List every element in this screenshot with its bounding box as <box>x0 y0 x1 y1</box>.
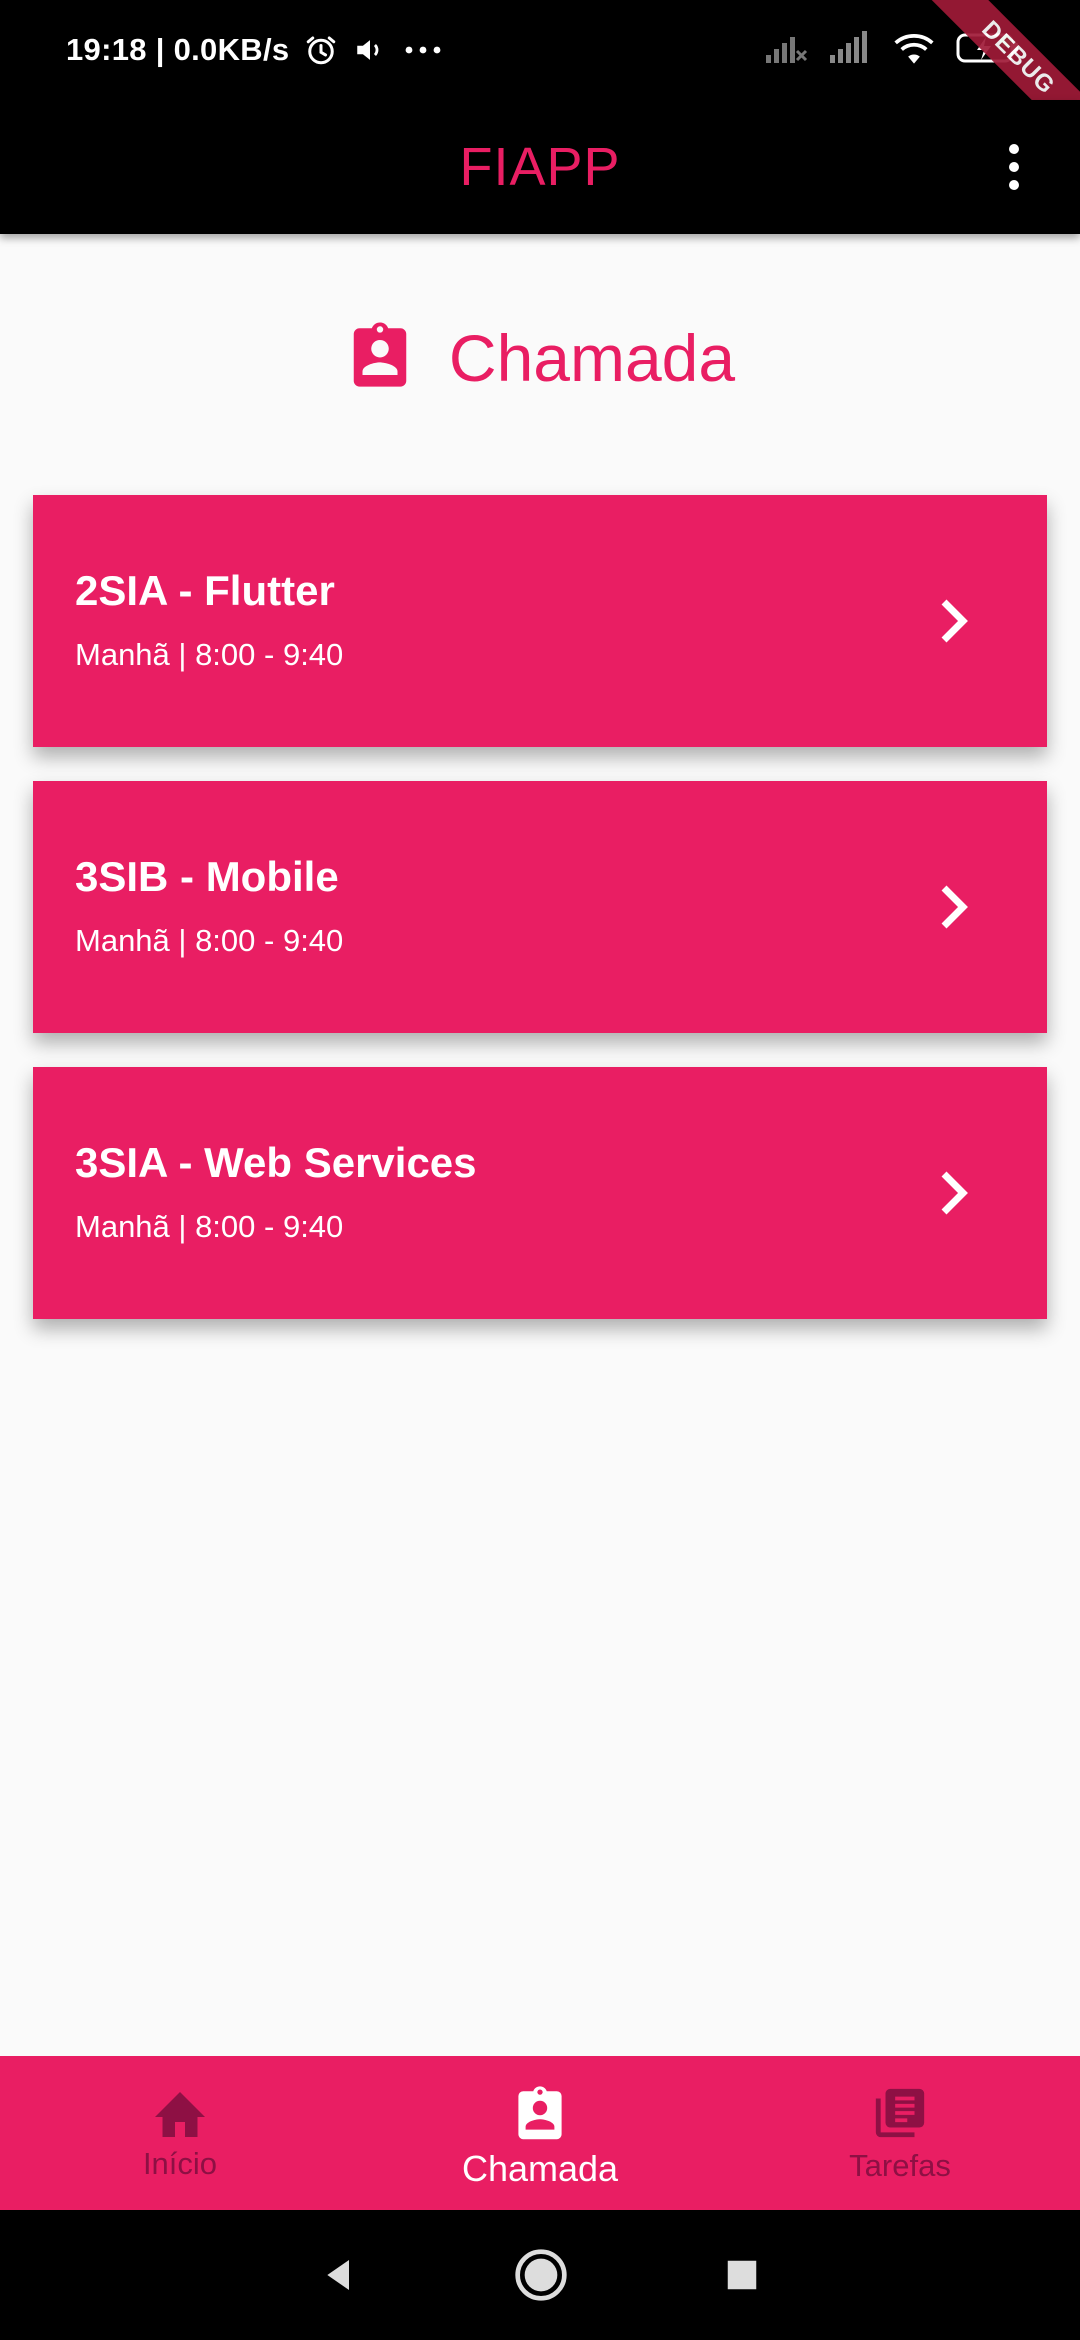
recents-icon[interactable] <box>723 2256 761 2294</box>
nav-item-chamada[interactable]: Chamada <box>360 2056 720 2210</box>
home-circle-icon[interactable] <box>513 2247 569 2303</box>
assignment-ind-icon <box>518 2086 562 2140</box>
chevron-right-icon <box>941 885 968 929</box>
class-title: 3SIB - Mobile <box>75 853 339 900</box>
status-bar: 19:18 | 0.0KB/s DEBUG <box>0 0 1080 157</box>
signal-icon <box>828 30 872 70</box>
page-title: Chamada <box>448 321 736 395</box>
nav-label: Início <box>142 2146 218 2181</box>
status-time: 19:18 | 0.0KB/s <box>66 32 290 67</box>
class-title: 2SIA - Flutter <box>75 567 335 614</box>
class-card[interactable]: 3SIA - Web Services Manhã | 8:00 - 9:40 <box>33 1067 1047 1319</box>
bottom-navigation: Início Chamada Tarefas <box>0 2056 1080 2210</box>
home-icon <box>155 2092 205 2137</box>
status-left: 19:18 | 0.0KB/s <box>66 26 445 74</box>
system-navigation-bar <box>0 2210 1080 2340</box>
signal-no-sim-icon <box>764 31 808 70</box>
alarm-icon <box>303 32 339 68</box>
app-bar: FIAPP <box>0 100 1080 234</box>
library-books-icon <box>875 2088 925 2138</box>
class-title: 3SIA - Web Services <box>75 1139 477 1186</box>
chevron-right-icon <box>941 599 968 643</box>
wifi-icon <box>892 31 936 70</box>
nav-label: Tarefas <box>849 2148 951 2183</box>
class-card[interactable]: 3SIB - Mobile Manhã | 8:00 - 9:40 <box>33 781 1047 1033</box>
page-header: Chamada <box>0 312 1080 404</box>
more-dots-icon <box>401 40 445 60</box>
volume-icon <box>353 33 387 67</box>
class-schedule: Manhã | 8:00 - 9:40 <box>75 637 344 672</box>
nav-item-tarefas[interactable]: Tarefas <box>720 2056 1080 2210</box>
overflow-menu-button[interactable] <box>978 131 1050 203</box>
nav-label: Chamada <box>461 2148 619 2189</box>
class-card[interactable]: 2SIA - Flutter Manhã | 8:00 - 9:40 <box>33 495 1047 747</box>
more-vert-icon <box>1009 144 1019 190</box>
class-schedule: Manhã | 8:00 - 9:40 <box>75 923 344 958</box>
assignment-ind-icon <box>345 319 415 398</box>
back-icon[interactable] <box>319 2255 359 2295</box>
app-title: FIAPP <box>459 137 621 197</box>
nav-item-inicio[interactable]: Início <box>0 2056 360 2210</box>
class-schedule: Manhã | 8:00 - 9:40 <box>75 1209 344 1244</box>
chevron-right-icon <box>941 1171 968 1215</box>
